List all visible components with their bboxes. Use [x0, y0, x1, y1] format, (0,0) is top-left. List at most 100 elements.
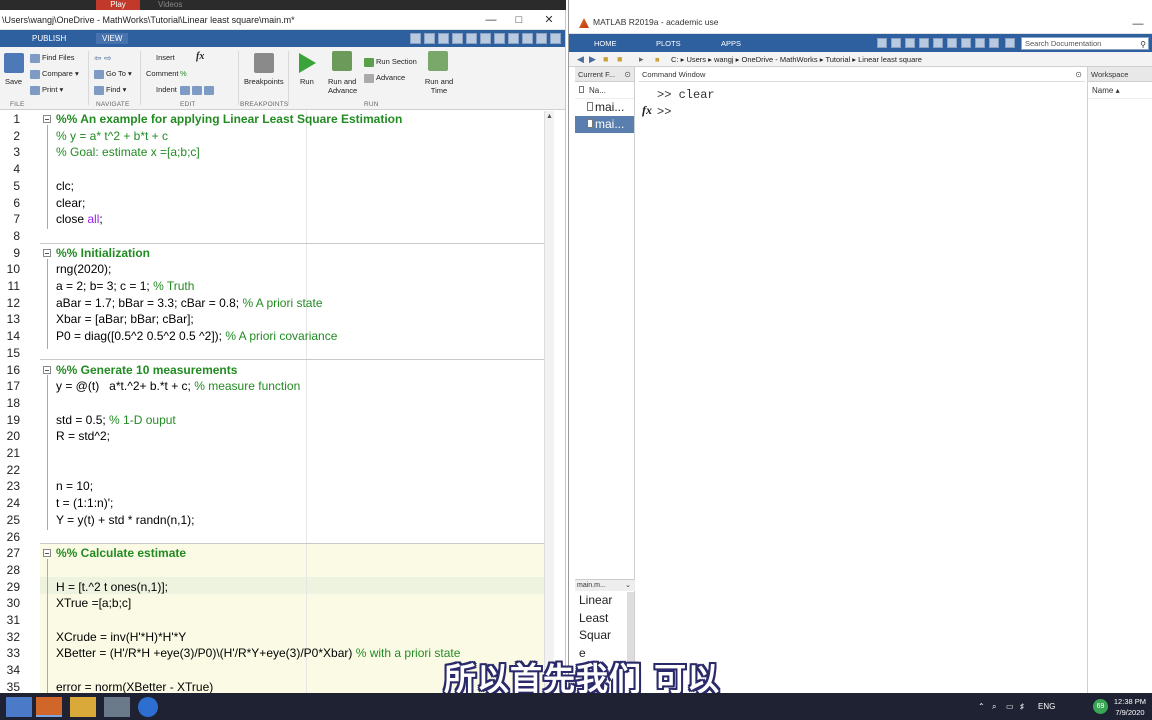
matlab-taskbar-icon[interactable] [36, 697, 62, 717]
column-header-name[interactable]: Name ▴ [1088, 82, 1152, 99]
code-line[interactable]: 28 [0, 562, 544, 579]
indent-icon[interactable] [204, 85, 214, 95]
back-arrow-icon[interactable]: ⇦ ⇨ [94, 53, 112, 64]
save-button[interactable]: Save [5, 77, 22, 86]
fold-toggle-icon[interactable] [43, 248, 51, 257]
tab-home[interactable]: HOME [594, 38, 617, 49]
volume-icon[interactable]: ♯ [1020, 702, 1024, 711]
code-line[interactable]: 23 n = 10; [0, 478, 544, 495]
code-line[interactable]: 17 y = @(t) a*t.^2+ b.*t + c; % measure f… [0, 378, 544, 395]
pane-menu-icon[interactable]: ⊙ [624, 67, 631, 81]
fold-toggle-icon[interactable] [43, 365, 51, 374]
forward-arrow-icon[interactable]: ▶ [589, 52, 596, 67]
quick-access-icon[interactable] [905, 38, 915, 48]
quick-access-icon[interactable] [494, 33, 505, 44]
breadcrumb-item[interactable]: OneDrive - MathWorks [742, 55, 818, 64]
quick-access-icon[interactable] [961, 38, 971, 48]
breadcrumb-item[interactable]: C: [671, 55, 679, 64]
tab-plots[interactable]: PLOTS [656, 38, 681, 49]
quick-access-icon[interactable] [933, 38, 943, 48]
chevron-up-icon[interactable]: ⌃ [978, 702, 985, 711]
folder-up-icon[interactable]: ■ [603, 52, 608, 67]
breadcrumb-item[interactable]: Linear least square [858, 55, 922, 64]
details-scrollbar[interactable] [627, 592, 634, 662]
code-line[interactable]: 20 R = std^2; [0, 428, 544, 445]
code-line[interactable]: 6 clear; [0, 195, 544, 212]
quick-access-icon[interactable] [480, 33, 491, 44]
code-line[interactable]: 32 XCrude = inv(H'*H)*H'*Y [0, 629, 544, 646]
code-line[interactable]: 24 t = (1:1:n)'; [0, 495, 544, 512]
find-files-button[interactable]: Find Files [30, 53, 75, 63]
fx-icon[interactable]: fx [642, 103, 652, 118]
breakpoints-button[interactable]: Breakpoints [244, 77, 284, 86]
code-line[interactable]: 12 aBar = 1.7; bBar = 3.3; cBar = 0.8; % … [0, 295, 544, 312]
save-icon[interactable] [4, 53, 24, 73]
code-line[interactable]: 31 [0, 612, 544, 629]
compare-button[interactable]: Compare ▾ [30, 69, 79, 79]
app-icon[interactable] [104, 697, 130, 717]
play-tab[interactable]: Play [96, 0, 140, 10]
search-documentation-input[interactable]: Search Documentation ⚲ [1021, 37, 1149, 50]
code-line[interactable]: 26 [0, 529, 544, 546]
code-line[interactable]: 27 %% Calculate estimate [0, 545, 544, 562]
quick-access-icon[interactable] [989, 38, 999, 48]
network-icon[interactable]: ⌕ [992, 702, 996, 712]
breadcrumb[interactable]: C: ▸ Users ▸ wangj ▸ OneDrive - MathWork… [671, 52, 922, 67]
details-header[interactable]: main.m... ⌄ [575, 579, 635, 591]
display-icon[interactable]: ▭ [1006, 702, 1014, 711]
file-item[interactable]: mai... [575, 99, 634, 116]
maximize-button[interactable]: □ [504, 10, 534, 30]
run-and-time-icon[interactable] [428, 51, 448, 71]
close-button[interactable]: ✕ [534, 10, 564, 30]
code-editor[interactable]: 1 %% An example for applying Linear Least… [0, 111, 555, 693]
comment-percent-icon[interactable]: % [180, 69, 187, 78]
code-line[interactable]: 25 Y = y(t) + std * randn(n,1); [0, 512, 544, 529]
code-line[interactable]: 5 clc; [0, 178, 544, 195]
quick-access-icon[interactable] [919, 38, 929, 48]
indent-button[interactable]: Indent [156, 85, 177, 94]
command-prompt[interactable]: >> [657, 104, 715, 121]
code-line[interactable]: 7 close all; [0, 211, 544, 228]
code-line[interactable]: 9 %% Initialization [0, 245, 544, 262]
run-and-advance-button[interactable]: Run and Advance [328, 77, 358, 95]
quick-access-icon[interactable] [438, 33, 449, 44]
quick-access-icon[interactable] [522, 33, 533, 44]
go-to-button[interactable]: Go To ▾ [94, 69, 132, 79]
scroll-up-icon[interactable]: ▲ [546, 113, 553, 120]
code-line[interactable]: 3 % Goal: estimate x =[a;b;c] [0, 144, 544, 161]
code-line[interactable]: 29 H = [t.^2 t ones(n,1)]; [0, 579, 544, 596]
run-section-button[interactable]: Run Section [364, 57, 417, 67]
videos-tab[interactable]: Videos [158, 0, 182, 10]
code-line[interactable]: 16 %% Generate 10 measurements [0, 362, 544, 379]
code-line[interactable]: 13 Xbar = [aBar; bBar; cBar]; [0, 311, 544, 328]
quick-access-icon[interactable] [877, 38, 887, 48]
insert-button[interactable]: Insert [156, 53, 175, 62]
quick-access-icon[interactable] [536, 33, 547, 44]
pane-menu-icon[interactable]: ⊙ [1075, 67, 1082, 81]
breadcrumb-item[interactable]: Users [686, 55, 706, 64]
back-arrow-icon[interactable]: ◀ [577, 52, 584, 67]
command-output[interactable]: >> clear >> [657, 87, 715, 121]
quick-access-icon[interactable] [410, 33, 421, 44]
indent-icon[interactable] [192, 85, 202, 95]
breakpoints-icon[interactable] [254, 53, 274, 73]
code-line[interactable]: 1 %% An example for applying Linear Least… [0, 111, 544, 128]
language-indicator[interactable]: ENG [1038, 702, 1055, 711]
fold-toggle-icon[interactable] [43, 115, 51, 123]
code-line[interactable]: 18 [0, 395, 544, 412]
indent-icon[interactable] [180, 85, 190, 95]
quick-access-icon[interactable] [550, 33, 561, 44]
quick-access-icon[interactable] [947, 38, 957, 48]
breadcrumb-item[interactable]: wangj [714, 55, 734, 64]
command-window[interactable]: Command Window ⊙ >> clear >> fx [639, 67, 1085, 693]
help-icon[interactable] [1005, 38, 1015, 48]
quick-access-icon[interactable] [508, 33, 519, 44]
code-line[interactable]: 30 XTrue =[a;b;c] [0, 595, 544, 612]
quick-access-icon[interactable] [975, 38, 985, 48]
file-item-selected[interactable]: mai... [575, 116, 634, 133]
file-explorer-icon[interactable] [70, 697, 96, 717]
editor-scrollbar[interactable]: ▲ ▼ [544, 111, 554, 693]
column-header-name[interactable]: Na... [575, 82, 634, 99]
fold-toggle-icon[interactable] [43, 549, 51, 558]
code-line[interactable]: 11 a = 2; b= 3; c = 1; % Truth [0, 278, 544, 295]
